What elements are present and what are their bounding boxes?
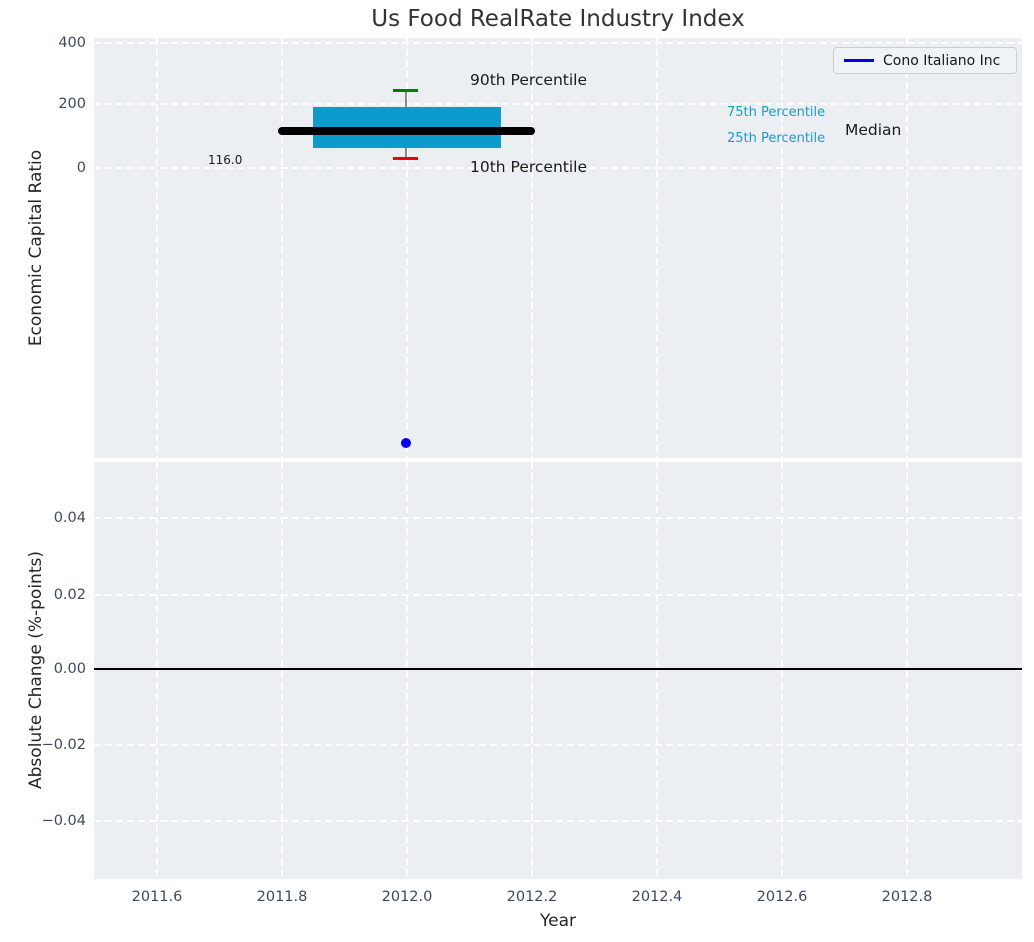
xtick-2012.6: 2012.6: [756, 889, 808, 905]
ytick-bottom-0.04: 0.04: [53, 510, 86, 526]
ylabel-bottom: Absolute Change (%-points): [26, 551, 46, 789]
xtick-2012.2: 2012.2: [506, 889, 558, 905]
company-data-point: [401, 438, 411, 448]
axes-top: 116.0 90th Percentile 10th Percentile 75…: [94, 38, 1022, 458]
percentile-10-cap: [393, 157, 418, 160]
gridline-vertical: [906, 38, 908, 458]
gridline-vertical: [281, 462, 283, 879]
gridline-horizontal: [94, 820, 1022, 822]
gridline-horizontal: [94, 517, 1022, 519]
ylabel-top: Economic Capital Ratio: [26, 149, 46, 347]
median-value-label: 116.0: [208, 153, 243, 167]
gridline-horizontal: [94, 42, 1022, 44]
gridline-horizontal: [94, 103, 1022, 105]
ytick-top-400: 400: [58, 35, 86, 51]
percentile-10-label: 10th Percentile: [470, 158, 588, 176]
legend-line-sample: [844, 59, 874, 62]
gridline-vertical: [406, 462, 408, 879]
chart-title: Us Food RealRate Industry Index: [371, 6, 745, 32]
legend: Cono Italiano Inc: [833, 47, 1017, 74]
percentile-90-label: 90th Percentile: [470, 71, 588, 89]
ytick-bottom--0.04: −0.04: [41, 813, 86, 829]
gridline-vertical: [156, 38, 158, 458]
xtick-2012.0: 2012.0: [381, 889, 433, 905]
zero-line: [94, 668, 1022, 670]
gridline-vertical: [781, 462, 783, 879]
gridline-vertical: [656, 462, 658, 879]
ytick-top-200: 200: [58, 96, 86, 112]
median-label: Median: [845, 121, 902, 139]
gridline-horizontal: [94, 744, 1022, 746]
gridline-vertical: [656, 38, 658, 458]
gridline-vertical: [531, 38, 533, 458]
gridline-vertical: [281, 38, 283, 458]
gridline-vertical: [781, 38, 783, 458]
median-line: [278, 127, 535, 135]
percentile-90-cap: [393, 89, 418, 92]
percentile-75-label: 75th Percentile: [727, 105, 826, 120]
legend-label: Cono Italiano Inc: [883, 52, 1001, 69]
ytick-bottom-0.00: 0.00: [53, 661, 86, 677]
xtick-2011.8: 2011.8: [256, 889, 308, 905]
xtick-2012.8: 2012.8: [881, 889, 933, 905]
gridline-vertical: [156, 462, 158, 879]
percentile-25-label: 25th Percentile: [727, 131, 826, 146]
gridline-horizontal: [94, 594, 1022, 596]
gridline-vertical: [906, 462, 908, 879]
figure: Us Food RealRate Industry Index 116.0 90…: [0, 0, 1034, 942]
gridline-vertical: [531, 462, 533, 879]
ytick-bottom-0.02: 0.02: [53, 587, 86, 603]
xlabel: Year: [540, 911, 576, 931]
xtick-2012.4: 2012.4: [631, 889, 683, 905]
axes-bottom: [94, 462, 1022, 879]
ytick-bottom--0.02: −0.02: [41, 737, 86, 753]
ytick-top-0: 0: [76, 160, 86, 176]
xtick-2011.6: 2011.6: [131, 889, 183, 905]
